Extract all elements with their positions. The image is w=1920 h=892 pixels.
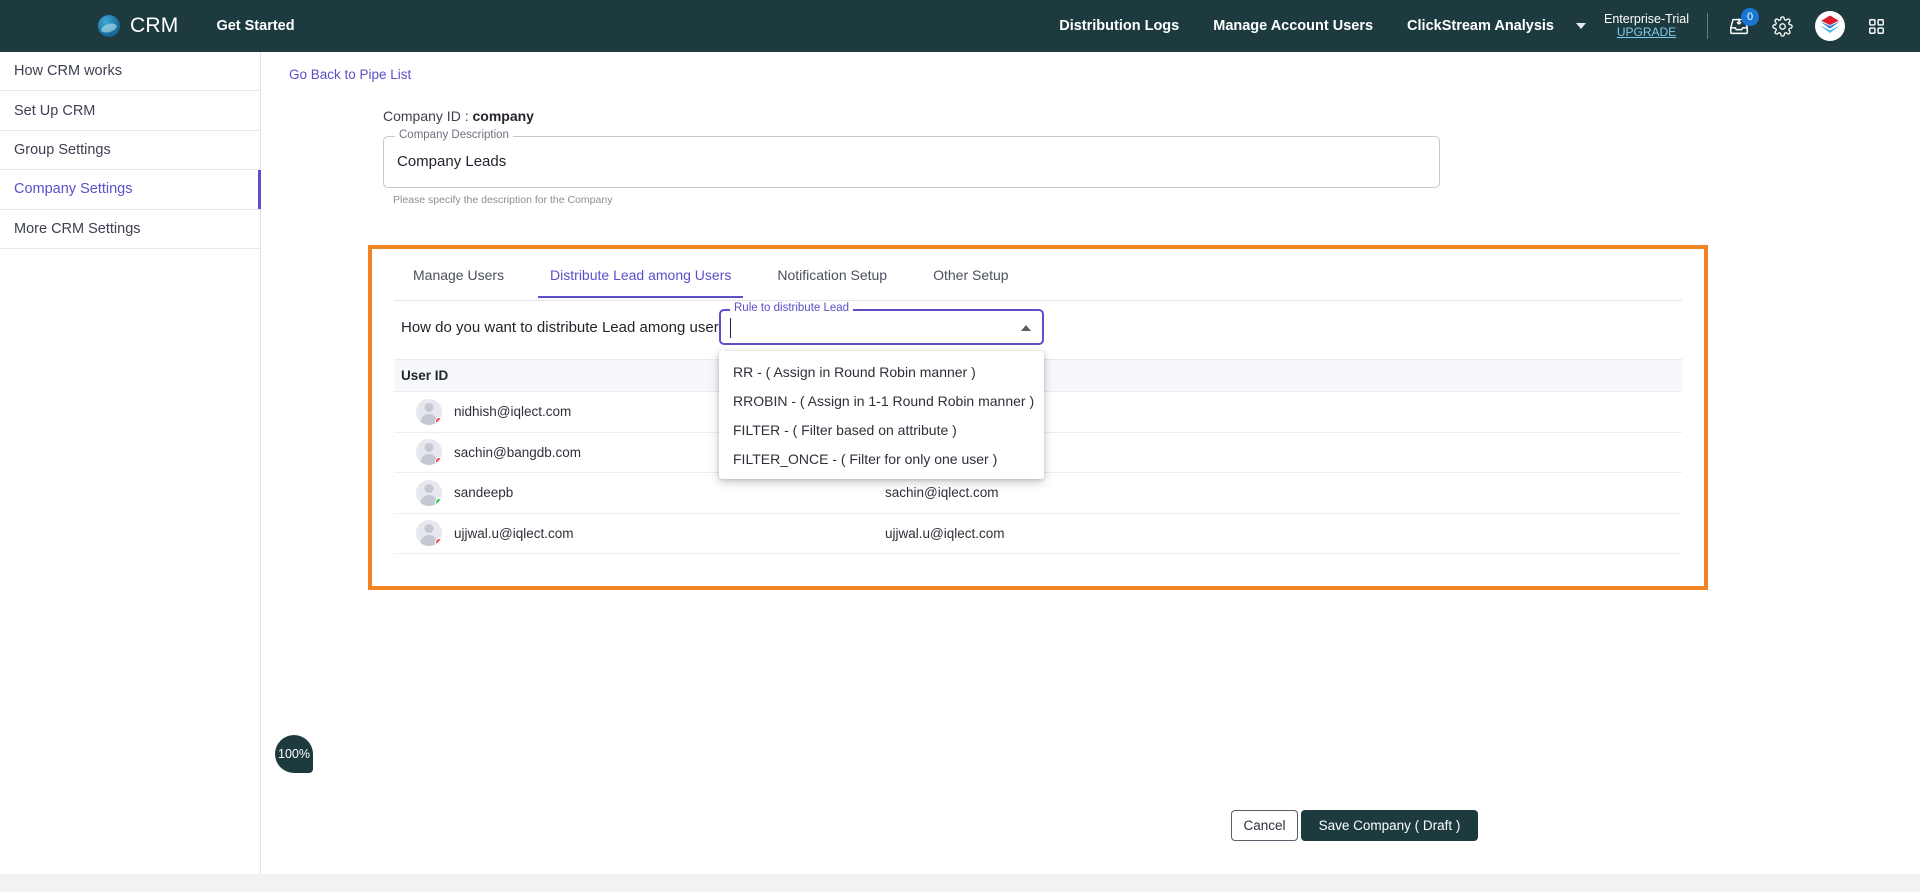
status-dot-offline — [435, 416, 442, 425]
status-dot-offline — [435, 538, 442, 547]
company-id-label: Company ID : — [383, 108, 473, 124]
sidebar-item-label: More CRM Settings — [14, 220, 141, 237]
user-id-text: ujjwal.u@iqlect.com — [454, 525, 574, 541]
upgrade-link[interactable]: UPGRADE — [1604, 25, 1689, 40]
text-cursor — [730, 318, 731, 338]
rule-to-distribute-lead-select[interactable]: Rule to distribute Lead — [719, 302, 1044, 345]
rule-select-wrapper: Rule to distribute Lead RR - ( Assign in… — [719, 302, 1044, 479]
rule-select-legend: Rule to distribute Lead — [730, 302, 854, 314]
user-id-text: sandeepb — [454, 485, 514, 501]
gear-icon — [1772, 15, 1793, 37]
tabs-divider — [394, 300, 1682, 301]
top-navigation-bar: CRM Get Started Distribution Logs Manage… — [0, 0, 1920, 52]
sidebar: How CRM works Set Up CRM Group Settings … — [0, 52, 261, 892]
sidebar-item-how-crm-works[interactable]: How CRM works — [0, 52, 260, 92]
nav-clickstream-analysis-label: ClickStream Analysis — [1407, 18, 1555, 34]
table-row[interactable]: sandeepb sachin@iqlect.com — [394, 473, 1682, 514]
sidebar-item-label: Company Settings — [14, 181, 133, 198]
distribute-lead-panel: Manage Users Distribute Lead among Users… — [368, 245, 1708, 590]
avatar-head — [424, 524, 434, 534]
company-id-value: company — [472, 108, 534, 124]
avatar-head — [424, 402, 434, 412]
user-id-text: nidhish@iqlect.com — [454, 404, 572, 420]
avatar — [416, 479, 442, 506]
save-company-draft-button[interactable]: Save Company ( Draft ) — [1301, 810, 1478, 841]
tab-notification-setup[interactable]: Notification Setup — [765, 267, 899, 298]
apps-grid-button[interactable] — [1867, 17, 1886, 36]
tab-label: Distribute Lead among Users — [550, 267, 732, 283]
avatar-head — [424, 483, 434, 493]
nav-manage-account-users[interactable]: Manage Account Users — [1213, 18, 1373, 34]
assigned-cell: sachin@iqlect.com — [885, 485, 999, 501]
user-id-cell: sandeepb — [394, 479, 884, 506]
apps-grid-icon — [1869, 18, 1884, 34]
tab-manage-users[interactable]: Manage Users — [401, 267, 516, 298]
sidebar-item-label: How CRM works — [14, 63, 122, 80]
chevron-up-icon[interactable] — [1021, 325, 1031, 331]
panel-tabs: Manage Users Distribute Lead among Users… — [401, 267, 1043, 298]
main-content: Go Back to Pipe List Company ID : compan… — [261, 52, 1920, 892]
company-description-value: Company Leads — [397, 153, 507, 170]
settings-button[interactable] — [1772, 15, 1793, 37]
tab-label: Manage Users — [413, 267, 505, 283]
brand[interactable]: CRM — [98, 14, 178, 38]
plan-block: Enterprise-Trial UPGRADE — [1604, 12, 1689, 40]
nav-clickstream-analysis[interactable]: ClickStream Analysis — [1407, 18, 1554, 34]
company-description-field[interactable]: Company Description Company Leads — [383, 129, 1440, 188]
rule-select-dropdown: RR - ( Assign in Round Robin manner ) RR… — [719, 351, 1044, 479]
company-id: Company ID : company — [383, 108, 534, 124]
top-nav-links: Distribution Logs Manage Account Users C… — [1059, 8, 1920, 41]
go-back-to-pipe-list-link[interactable]: Go Back to Pipe List — [289, 67, 411, 82]
divider — [1707, 13, 1708, 39]
sidebar-item-group-settings[interactable]: Group Settings — [0, 131, 260, 171]
nav-distribution-logs[interactable]: Distribution Logs — [1059, 18, 1179, 34]
nav-get-started[interactable]: Get Started — [216, 18, 294, 34]
status-dot-online — [435, 497, 442, 506]
status-dot-offline — [435, 457, 442, 466]
notification-badge: 0 — [1741, 8, 1759, 26]
user-id-cell: ujjwal.u@iqlect.com — [394, 520, 884, 547]
tab-label: Notification Setup — [777, 267, 888, 283]
brand-name: CRM — [130, 14, 179, 37]
avatar-head — [424, 443, 434, 453]
avatar — [416, 439, 442, 466]
tab-other-setup[interactable]: Other Setup — [921, 267, 1021, 298]
sidebar-item-more-crm-settings[interactable]: More CRM Settings — [0, 210, 260, 249]
plan-name: Enterprise-Trial — [1604, 11, 1689, 26]
sidebar-item-set-up-crm[interactable]: Set Up CRM — [0, 91, 260, 131]
chevron-down-icon[interactable] — [1576, 23, 1587, 29]
avatar — [416, 520, 442, 547]
sidebar-item-company-settings[interactable]: Company Settings — [0, 170, 261, 210]
distribute-question-label: How do you want to distribute Lead among… — [401, 319, 735, 336]
tab-distribute-lead-among-users[interactable]: Distribute Lead among Users — [538, 267, 744, 298]
dropdown-option-filter-once[interactable]: FILTER_ONCE - ( Filter for only one user… — [719, 444, 1044, 473]
sidebar-item-label: Set Up CRM — [14, 102, 96, 119]
dropdown-option-filter[interactable]: FILTER - ( Filter based on attribute ) — [719, 415, 1044, 444]
dropdown-option-rr[interactable]: RR - ( Assign in Round Robin manner ) — [719, 357, 1044, 386]
product-logo-icon — [1819, 15, 1841, 33]
table-row[interactable]: ujjwal.u@iqlect.com ujjwal.u@iqlect.com — [394, 514, 1682, 554]
sidebar-item-label: Group Settings — [14, 141, 111, 158]
product-logo[interactable] — [1815, 11, 1845, 41]
tab-label: Other Setup — [933, 267, 1009, 283]
assigned-cell: ujjwal.u@iqlect.com — [885, 525, 1005, 541]
zoom-level-badge[interactable]: 100% — [275, 735, 313, 773]
cancel-button[interactable]: Cancel — [1231, 810, 1298, 841]
inbox-download-button[interactable]: 0 — [1728, 8, 1759, 37]
company-description-legend: Company Description — [395, 129, 513, 141]
crm-logo-icon — [98, 15, 120, 37]
dropdown-option-rrobin[interactable]: RROBIN - ( Assign in 1-1 Round Robin man… — [719, 386, 1044, 415]
company-description-helper-text: Please specify the description for the C… — [393, 194, 613, 206]
bottom-strip — [0, 874, 1920, 892]
avatar — [416, 398, 442, 425]
user-id-text: sachin@bangdb.com — [454, 444, 582, 460]
